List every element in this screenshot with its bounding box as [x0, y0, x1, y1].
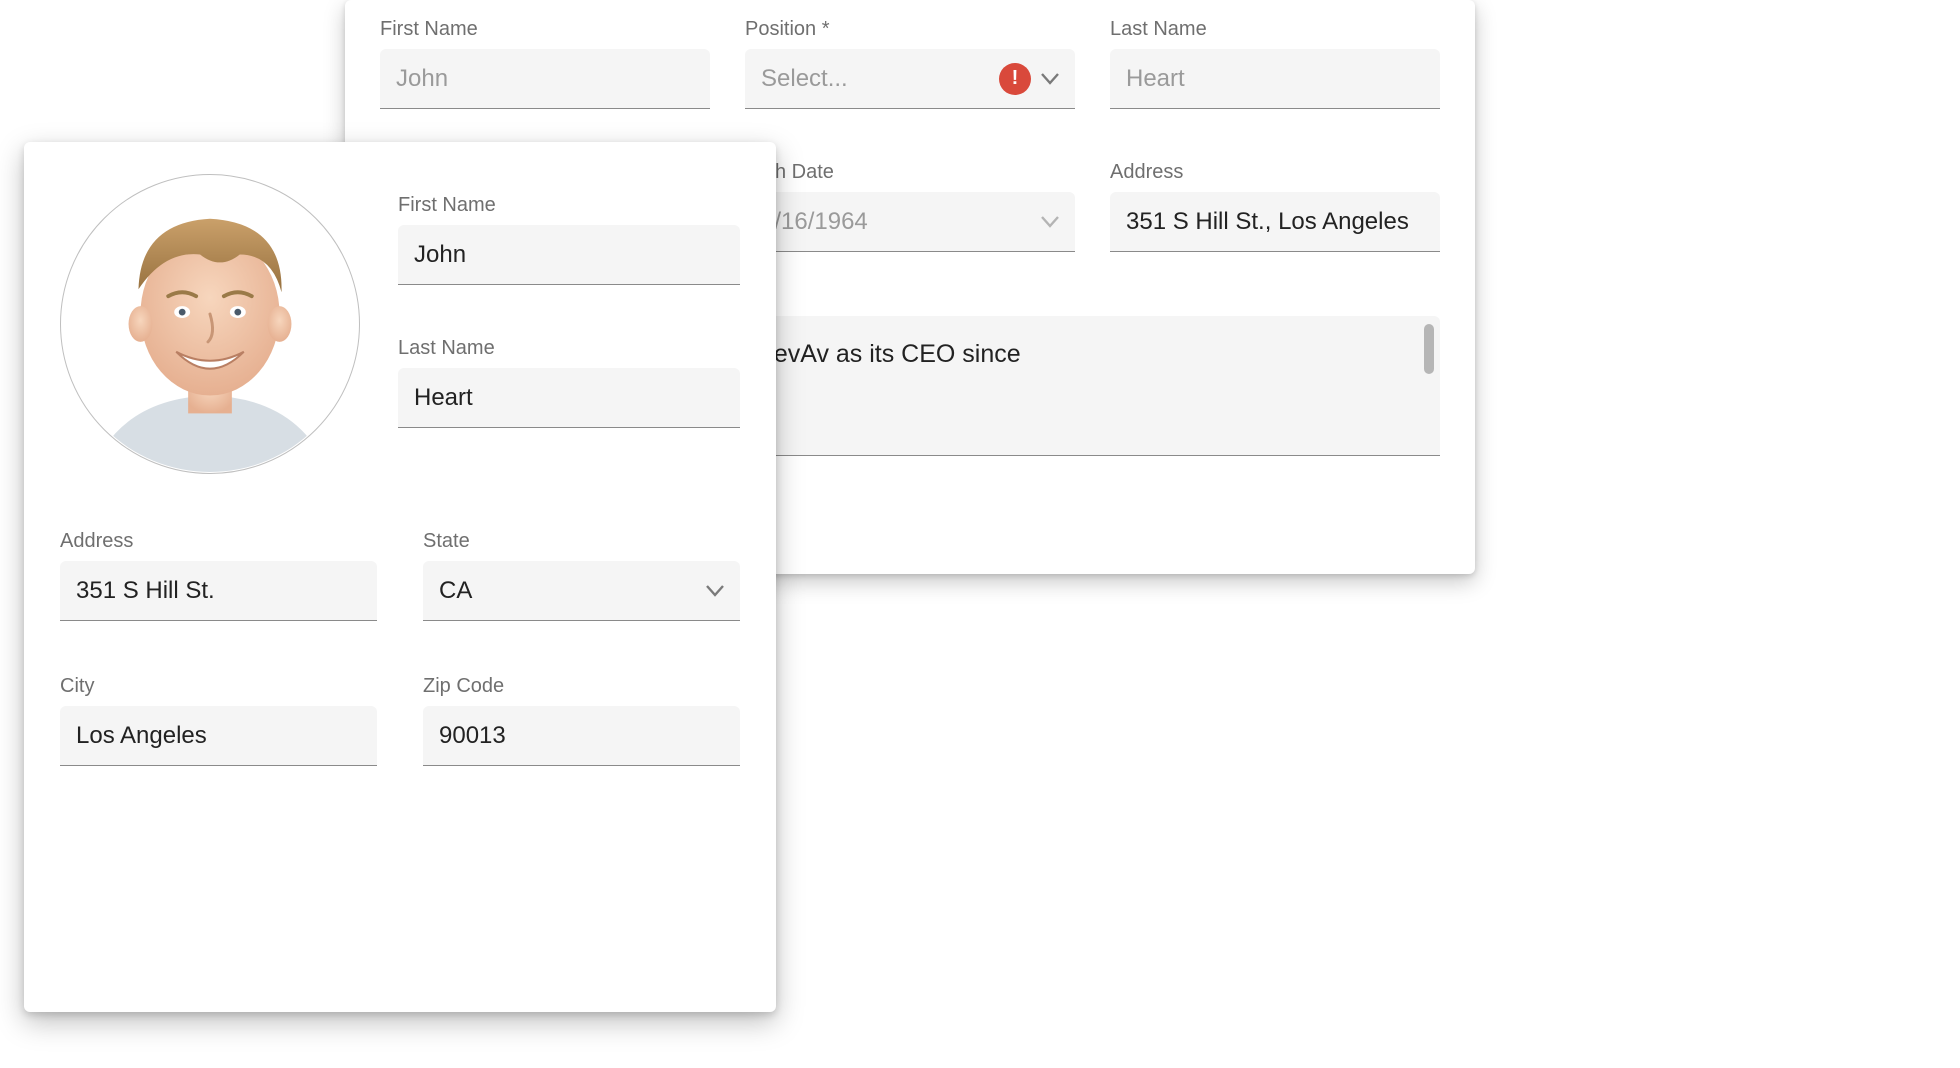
- birth-date-label: Birth Date: [745, 161, 1075, 184]
- birth-date-select[interactable]: 3/16/1964: [745, 192, 1075, 252]
- position-placeholder: Select...: [761, 65, 991, 93]
- city-group: City Los Angeles: [60, 675, 377, 766]
- city-input[interactable]: Los Angeles: [60, 706, 377, 766]
- address-group-front: Address 351 S Hill St.: [60, 530, 377, 621]
- first-name-label-front: First Name: [398, 194, 740, 217]
- address-group-back: Address 351 S Hill St., Los Angeles: [1110, 161, 1440, 252]
- front-name-column: First Name John Last Name Heart: [398, 174, 740, 428]
- address-label-front: Address: [60, 530, 377, 553]
- zip-value: 90013: [439, 722, 724, 750]
- birth-date-group: Birth Date 3/16/1964: [745, 161, 1075, 252]
- chevron-down-icon: [706, 585, 724, 597]
- address-input-front[interactable]: 351 S Hill St.: [60, 561, 377, 621]
- first-name-placeholder-back: John: [396, 65, 694, 93]
- state-label: State: [423, 530, 740, 553]
- position-group: Position * Select... !: [745, 18, 1075, 109]
- state-group: State CA: [423, 530, 740, 621]
- first-name-label-back: First Name: [380, 18, 710, 41]
- zip-group: Zip Code 90013: [423, 675, 740, 766]
- city-label: City: [60, 675, 377, 698]
- form-card-front: First Name John Last Name Heart Address …: [24, 142, 776, 1012]
- address-input-back[interactable]: 351 S Hill St., Los Angeles: [1110, 192, 1440, 252]
- last-name-label-front: Last Name: [398, 337, 740, 360]
- last-name-group-front: Last Name Heart: [398, 337, 740, 428]
- chevron-down-icon: [1041, 73, 1059, 85]
- city-value: Los Angeles: [76, 722, 361, 750]
- front-grid: Address 351 S Hill St. State CA City Los…: [60, 530, 740, 766]
- state-value: CA: [439, 577, 696, 605]
- address-value-front: 351 S Hill St.: [76, 577, 361, 605]
- first-name-value-front: John: [414, 241, 724, 269]
- first-name-group-front: First Name John: [398, 194, 740, 285]
- avatar: [60, 174, 360, 474]
- chevron-down-icon: [1041, 216, 1059, 228]
- first-name-input-front[interactable]: John: [398, 225, 740, 285]
- last-name-input-front[interactable]: Heart: [398, 368, 740, 428]
- last-name-group-back: Last Name Heart: [1110, 18, 1440, 109]
- last-name-placeholder-back: Heart: [1126, 65, 1424, 93]
- position-label: Position *: [745, 18, 1075, 41]
- zip-input[interactable]: 90013: [423, 706, 740, 766]
- address-value-back: 351 S Hill St., Los Angeles: [1126, 208, 1424, 236]
- last-name-value-front: Heart: [414, 384, 724, 412]
- first-name-input-back[interactable]: John: [380, 49, 710, 109]
- position-select[interactable]: Select... !: [745, 49, 1075, 109]
- state-select[interactable]: CA: [423, 561, 740, 621]
- front-top-row: First Name John Last Name Heart: [60, 174, 740, 474]
- last-name-input-back[interactable]: Heart: [1110, 49, 1440, 109]
- back-row-1: First Name John Position * Select... ! L…: [380, 18, 1440, 109]
- zip-label: Zip Code: [423, 675, 740, 698]
- address-label-back: Address: [1110, 161, 1440, 184]
- scrollbar-thumb[interactable]: [1424, 324, 1434, 374]
- first-name-group-back: First Name John: [380, 18, 710, 109]
- avatar-illustration: [61, 175, 359, 473]
- last-name-label-back: Last Name: [1110, 18, 1440, 41]
- birth-date-placeholder: 3/16/1964: [761, 208, 1031, 236]
- error-icon: !: [999, 63, 1031, 95]
